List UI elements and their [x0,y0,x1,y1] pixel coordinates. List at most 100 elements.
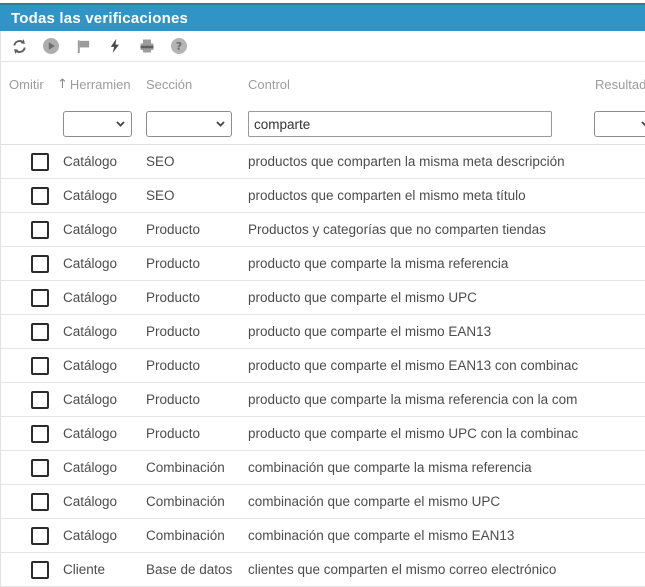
table-row[interactable]: Catálogo SEO productos que comparten el … [1,179,645,213]
cell-herramienta: Catálogo [63,494,146,509]
svg-text:?: ? [176,40,182,53]
column-header-herramienta[interactable]: ↑ Herramien [57,77,131,92]
cell-seccion: Producto [146,290,248,305]
cell-seccion: Base de datos [146,562,248,577]
row-checkbox[interactable] [31,357,49,375]
table-row[interactable]: Catálogo Producto producto que comparte … [1,417,645,451]
filter-resultado-wrap [594,111,645,137]
cell-seccion: Producto [146,256,248,271]
cell-control: producto que comparte la misma referenci… [248,392,645,407]
play-icon [42,37,60,55]
cell-control: clientes que comparten el mismo correo e… [248,562,645,577]
row-checkbox[interactable] [31,527,49,545]
cell-herramienta: Catálogo [63,426,146,441]
table-body: Catálogo SEO productos que comparten la … [1,145,645,587]
omitir-cell [1,221,63,239]
print-button[interactable] [137,36,157,56]
cell-control: producto que comparte el mismo UPC con l… [248,426,645,441]
table-row[interactable]: Cliente Base de datos clientes que compa… [1,553,645,587]
cell-seccion: Combinación [146,460,248,475]
row-checkbox[interactable] [31,153,49,171]
omitir-cell [1,153,63,171]
filter-herramienta-select[interactable] [63,111,132,137]
cell-control: producto que comparte el mismo EAN13 [248,324,645,339]
cell-control: producto que comparte el mismo EAN13 con… [248,358,645,373]
cell-control: producto que comparte la misma referenci… [248,256,645,271]
column-header-seccion[interactable]: Sección [146,77,192,92]
table-row[interactable]: Catálogo Producto producto que comparte … [1,349,645,383]
cell-herramienta: Catálogo [63,528,146,543]
omitir-cell [1,493,63,511]
cell-seccion: Producto [146,324,248,339]
row-checkbox[interactable] [31,221,49,239]
cell-seccion: Producto [146,392,248,407]
page-title: Todas las verificaciones [11,10,188,27]
panel-content: ? Omitir ↑ Herramien Sección Control Res… [0,31,645,587]
omitir-cell [1,289,63,307]
column-header-omitir[interactable]: Omitir [9,77,44,92]
cell-control: productos que comparten el mismo meta tí… [248,188,645,203]
cell-herramienta: Catálogo [63,358,146,373]
table-row[interactable]: Catálogo Producto producto que comparte … [1,247,645,281]
run-button[interactable] [41,36,61,56]
row-checkbox[interactable] [31,425,49,443]
row-checkbox[interactable] [31,323,49,341]
row-checkbox[interactable] [31,255,49,273]
filter-resultado-select[interactable] [594,111,645,137]
table-row[interactable]: Catálogo Producto Productos y categorías… [1,213,645,247]
sort-asc-icon: ↑ [57,78,68,91]
cell-control: producto que comparte el mismo UPC [248,290,645,305]
row-checkbox[interactable] [31,561,49,579]
filter-herramienta-wrap [63,111,132,137]
cell-seccion: Combinación [146,494,248,509]
cell-seccion: Producto [146,222,248,237]
table-row[interactable]: Catálogo Combinación combinación que com… [1,451,645,485]
cell-herramienta: Catálogo [63,154,146,169]
row-checkbox[interactable] [31,187,49,205]
cell-herramienta: Catálogo [63,222,146,237]
cell-herramienta: Catálogo [63,324,146,339]
omitir-cell [1,391,63,409]
cell-control: combinación que comparte el mismo EAN13 [248,528,645,543]
table-row[interactable]: Catálogo Combinación combinación que com… [1,485,645,519]
cell-seccion: Producto [146,358,248,373]
cell-seccion: SEO [146,154,248,169]
filter-seccion-wrap [146,111,232,137]
cell-control: combinación que comparte la misma refere… [248,460,645,475]
cell-control: combinación que comparte el mismo UPC [248,494,645,509]
omitir-cell [1,255,63,273]
row-checkbox[interactable] [31,289,49,307]
cell-seccion: Producto [146,426,248,441]
filter-seccion-select[interactable] [146,111,232,137]
cell-herramienta: Catálogo [63,460,146,475]
table-row[interactable]: Catálogo Producto producto que comparte … [1,281,645,315]
help-icon: ? [170,37,188,55]
cell-herramienta: Catálogo [63,256,146,271]
column-header-control[interactable]: Control [248,77,290,92]
refresh-icon [11,38,28,55]
filter-control-input[interactable] [248,111,552,137]
row-checkbox[interactable] [31,391,49,409]
cell-herramienta: Catálogo [63,290,146,305]
cell-herramienta: Catálogo [63,188,146,203]
cell-herramienta: Catálogo [63,392,146,407]
flag-button[interactable] [73,36,93,56]
table-row[interactable]: Catálogo Combinación combinación que com… [1,519,645,553]
row-checkbox[interactable] [31,493,49,511]
column-header-resultado[interactable]: Resultado [595,77,645,92]
grid-header: Omitir ↑ Herramien Sección Control Resul… [1,62,645,145]
help-button[interactable]: ? [169,36,189,56]
refresh-button[interactable] [9,36,29,56]
run-now-button[interactable] [105,36,125,56]
cell-seccion: Combinación [146,528,248,543]
cell-herramienta: Cliente [63,562,146,577]
toolbar: ? [1,31,645,62]
table-row[interactable]: Catálogo SEO productos que comparten la … [1,145,645,179]
table-row[interactable]: Catálogo Producto producto que comparte … [1,315,645,349]
printer-icon [138,37,156,55]
row-checkbox[interactable] [31,459,49,477]
cell-seccion: SEO [146,188,248,203]
table-row[interactable]: Catálogo Producto producto que comparte … [1,383,645,417]
omitir-cell [1,187,63,205]
panel-title-bar: Todas las verificaciones [0,3,645,31]
